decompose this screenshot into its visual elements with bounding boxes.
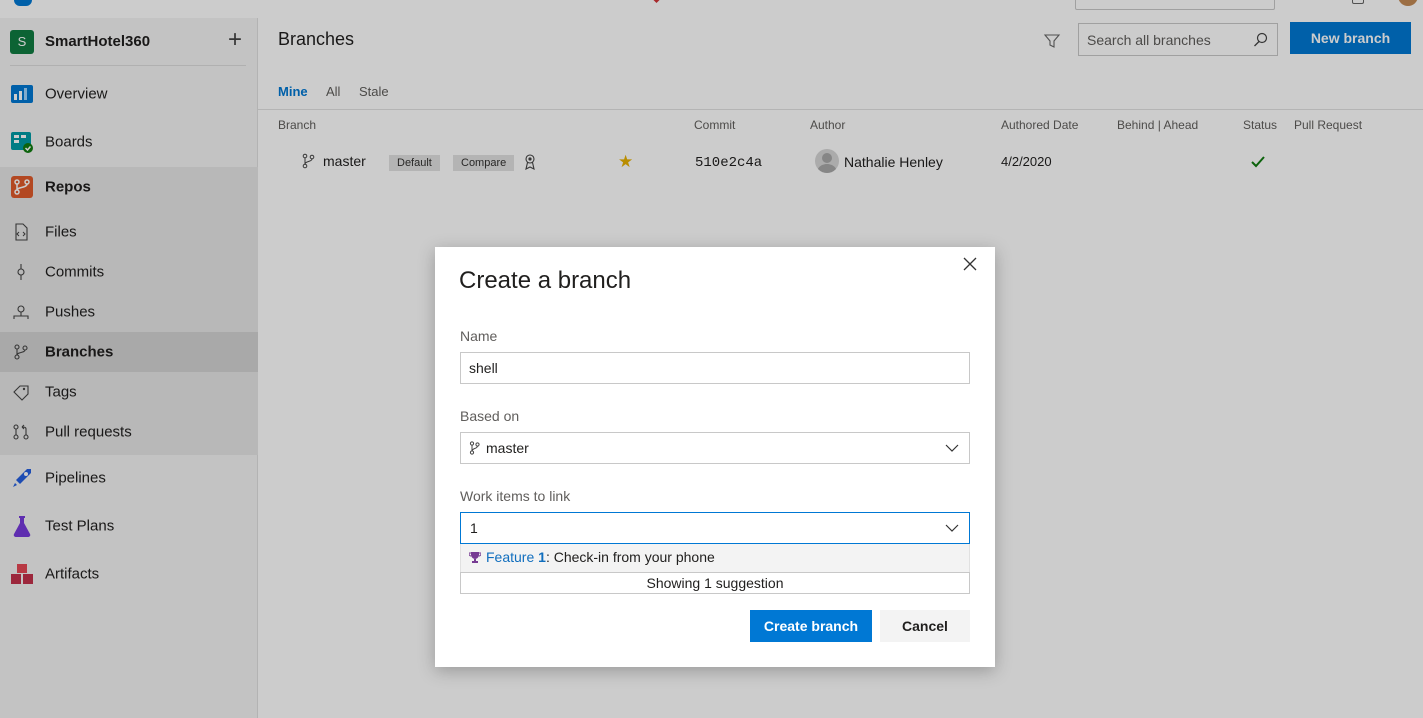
close-icon[interactable]	[962, 256, 978, 272]
work-items-label: Work items to link	[460, 488, 571, 504]
feature-trophy-icon	[469, 552, 481, 563]
cancel-button[interactable]: Cancel	[880, 610, 970, 642]
suggestion-text: Feature 1: Check-in from your phone	[486, 549, 715, 565]
branch-icon	[469, 441, 480, 455]
based-on-value: master	[486, 440, 529, 456]
work-item-id: 1	[538, 549, 546, 565]
work-items-input[interactable]	[470, 520, 930, 536]
create-branch-button[interactable]: Create branch	[750, 610, 872, 642]
work-item-title: : Check-in from your phone	[545, 549, 715, 565]
work-item-suggestion[interactable]: Feature 1: Check-in from your phone	[460, 544, 970, 572]
create-branch-dialog: Create a branch Name Based on master Wor…	[435, 247, 995, 667]
name-input[interactable]	[469, 360, 929, 376]
suggestion-count: Showing 1 suggestion	[460, 572, 970, 594]
based-on-dropdown[interactable]: master	[460, 432, 970, 464]
chevron-down-icon[interactable]	[945, 444, 959, 453]
name-field[interactable]	[460, 352, 970, 384]
chevron-down-icon[interactable]	[945, 524, 959, 533]
name-label: Name	[460, 328, 498, 344]
based-on-label: Based on	[460, 408, 520, 424]
work-item-type: Feature	[486, 549, 535, 565]
work-items-dropdown[interactable]	[460, 512, 970, 544]
dialog-title: Create a branch	[459, 267, 632, 294]
